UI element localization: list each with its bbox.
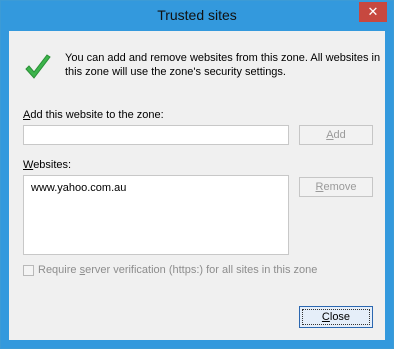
require-https-label-after: erver verification (https:) for all site… [85,264,318,276]
require-https-label-before: Require [38,264,80,276]
checkmark-icon [25,54,51,79]
websites-label-accel: W [23,159,34,171]
close-button-accel: C [321,311,330,323]
website-input[interactable] [23,125,289,145]
websites-list[interactable]: www.yahoo.com.au [23,175,289,255]
add-button[interactable]: Add [299,125,373,145]
websites-label: Websites: [23,159,71,171]
intro-text: You can add and remove websites from thi… [65,52,381,78]
window-close-button[interactable]: ✕ [359,2,387,22]
add-website-label: Add this website to the zone: [23,109,164,121]
dialog-title: Trusted sites [157,7,237,23]
close-button[interactable]: Close [299,306,373,328]
add-website-label-rest: dd this website to the zone: [30,109,164,121]
require-https-checkbox[interactable] [23,265,34,276]
close-button-focus: Close [302,309,370,325]
dialog-window: Trusted sites ✕ You can add and remove w… [0,0,394,349]
close-button-rest: lose [329,311,351,323]
list-item[interactable]: www.yahoo.com.au [31,182,126,194]
add-button-rest: dd [333,129,346,141]
websites-label-rest: ebsites: [33,159,72,171]
title-bar[interactable]: Trusted sites ✕ [1,1,393,31]
require-https-label: Require server verification (https:) for… [38,264,317,276]
close-icon: ✕ [367,4,379,19]
remove-button-rest: emove [323,181,357,193]
dialog-client-area: You can add and remove websites from thi… [9,31,385,340]
remove-button[interactable]: Remove [299,177,373,197]
add-button-accel: A [326,129,334,141]
